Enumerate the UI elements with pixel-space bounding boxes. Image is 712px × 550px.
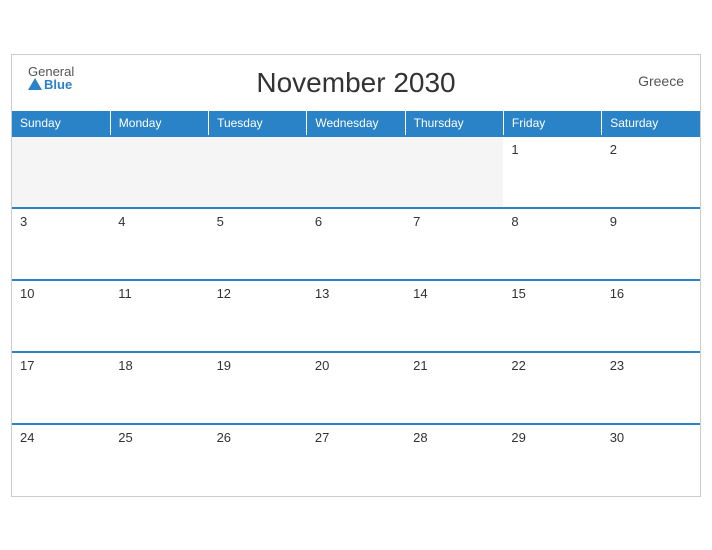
calendar-cell: 7 <box>405 208 503 280</box>
day-number: 26 <box>217 430 231 445</box>
day-number: 30 <box>610 430 624 445</box>
calendar-cell: 6 <box>307 208 405 280</box>
weekday-header-tuesday: Tuesday <box>209 111 307 136</box>
weekday-header-sunday: Sunday <box>12 111 110 136</box>
calendar-cell: 5 <box>209 208 307 280</box>
calendar-cell: 15 <box>503 280 601 352</box>
week-row-3: 10 11 12 13 14 15 16 <box>12 280 700 352</box>
day-number: 29 <box>511 430 525 445</box>
day-number: 22 <box>511 358 525 373</box>
calendar-cell: 12 <box>209 280 307 352</box>
logo: General Blue <box>28 65 74 91</box>
calendar-cell: 19 <box>209 352 307 424</box>
week-row-4: 17 18 19 20 21 22 23 <box>12 352 700 424</box>
day-number: 19 <box>217 358 231 373</box>
day-number: 21 <box>413 358 427 373</box>
calendar-cell: 26 <box>209 424 307 496</box>
day-number: 18 <box>118 358 132 373</box>
weekday-header-saturday: Saturday <box>602 111 700 136</box>
calendar-grid: SundayMondayTuesdayWednesdayThursdayFrid… <box>12 111 700 496</box>
logo-blue-text: Blue <box>28 78 74 91</box>
calendar-cell <box>405 136 503 208</box>
calendar-cell: 18 <box>110 352 208 424</box>
day-number: 17 <box>20 358 34 373</box>
week-row-5: 24 25 26 27 28 29 30 <box>12 424 700 496</box>
day-number: 6 <box>315 214 322 229</box>
calendar-cell: 10 <box>12 280 110 352</box>
day-number: 5 <box>217 214 224 229</box>
week-row-1: 12 <box>12 136 700 208</box>
calendar-cell: 4 <box>110 208 208 280</box>
calendar-cell: 2 <box>602 136 700 208</box>
calendar-cell: 8 <box>503 208 601 280</box>
weekday-header-wednesday: Wednesday <box>307 111 405 136</box>
day-number: 9 <box>610 214 617 229</box>
day-number: 2 <box>610 142 617 157</box>
day-number: 12 <box>217 286 231 301</box>
calendar-cell <box>12 136 110 208</box>
week-row-2: 3 4 5 6 7 8 9 <box>12 208 700 280</box>
day-number: 8 <box>511 214 518 229</box>
calendar-cell: 11 <box>110 280 208 352</box>
calendar-cell: 16 <box>602 280 700 352</box>
day-number: 16 <box>610 286 624 301</box>
calendar-cell: 3 <box>12 208 110 280</box>
calendar-cell <box>209 136 307 208</box>
calendar-cell: 24 <box>12 424 110 496</box>
calendar-cell <box>307 136 405 208</box>
day-number: 23 <box>610 358 624 373</box>
calendar-header: General Blue November 2030 Greece <box>12 55 700 111</box>
weekday-header-thursday: Thursday <box>405 111 503 136</box>
calendar-title: November 2030 <box>256 67 455 99</box>
day-number: 14 <box>413 286 427 301</box>
calendar-container: General Blue November 2030 Greece Sunday… <box>11 54 701 497</box>
day-number: 13 <box>315 286 329 301</box>
day-number: 28 <box>413 430 427 445</box>
day-number: 25 <box>118 430 132 445</box>
day-number: 27 <box>315 430 329 445</box>
weekday-header-row: SundayMondayTuesdayWednesdayThursdayFrid… <box>12 111 700 136</box>
calendar-cell: 28 <box>405 424 503 496</box>
calendar-cell: 27 <box>307 424 405 496</box>
calendar-cell: 1 <box>503 136 601 208</box>
day-number: 1 <box>511 142 518 157</box>
calendar-cell: 9 <box>602 208 700 280</box>
country-label: Greece <box>638 73 684 89</box>
calendar-cell <box>110 136 208 208</box>
calendar-cell: 25 <box>110 424 208 496</box>
calendar-cell: 22 <box>503 352 601 424</box>
day-number: 24 <box>20 430 34 445</box>
weekday-header-monday: Monday <box>110 111 208 136</box>
day-number: 15 <box>511 286 525 301</box>
calendar-cell: 21 <box>405 352 503 424</box>
calendar-cell: 29 <box>503 424 601 496</box>
calendar-cell: 13 <box>307 280 405 352</box>
calendar-cell: 30 <box>602 424 700 496</box>
day-number: 20 <box>315 358 329 373</box>
weekday-header-friday: Friday <box>503 111 601 136</box>
calendar-cell: 20 <box>307 352 405 424</box>
logo-triangle-icon <box>28 78 42 90</box>
day-number: 3 <box>20 214 27 229</box>
calendar-cell: 17 <box>12 352 110 424</box>
calendar-cell: 23 <box>602 352 700 424</box>
calendar-cell: 14 <box>405 280 503 352</box>
day-number: 11 <box>118 286 132 301</box>
logo-general-text: General <box>28 65 74 78</box>
day-number: 7 <box>413 214 420 229</box>
day-number: 10 <box>20 286 34 301</box>
day-number: 4 <box>118 214 125 229</box>
